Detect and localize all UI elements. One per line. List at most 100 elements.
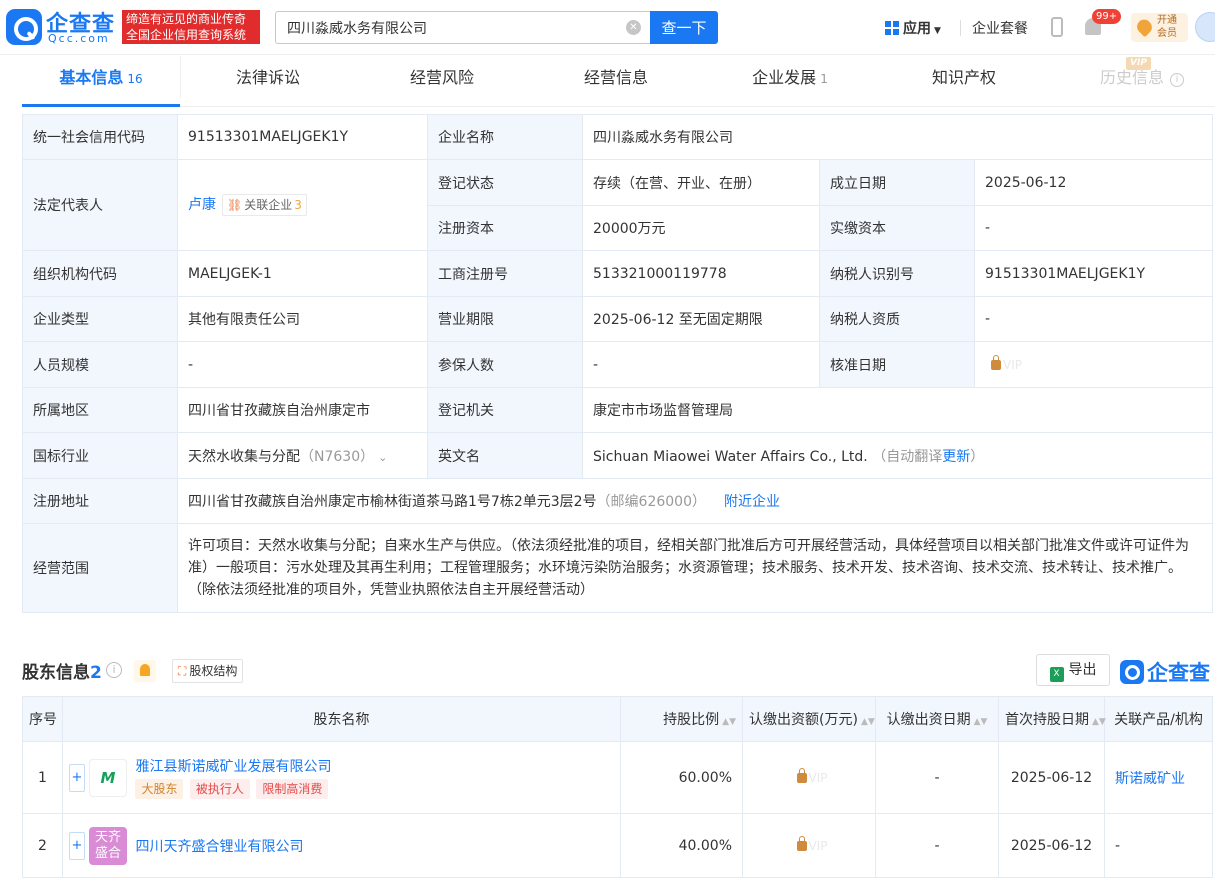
brand-text: 企查查 — [1147, 661, 1210, 685]
tab-bar: 基本信息 16 法律诉讼 经营风险 经营信息 企业发展 1 知识产权 历史信息 i — [22, 56, 1215, 107]
tab-litigation[interactable]: 法律诉讼 — [200, 56, 336, 106]
expand-button[interactable]: + — [69, 763, 85, 792]
credit-code: 91513301MAELJGEK1Y — [177, 114, 428, 160]
lock-icon — [796, 835, 807, 851]
label-credit-code: 统一社会信用代码 — [22, 114, 178, 160]
shareholder-cell: +天齐盛合 四川天齐盛合锂业有限公司 — [62, 813, 621, 878]
col-no: 序号 — [22, 696, 63, 742]
tag-restricted[interactable]: 限制高消费 — [256, 779, 329, 799]
export-button[interactable]: X 导出 — [1036, 654, 1110, 686]
related-count: 3 — [294, 198, 302, 212]
found-date: 2025-06-12 — [973, 159, 1214, 206]
label-reg-status: 登记状态 — [427, 159, 583, 206]
label-region: 所属地区 — [22, 387, 178, 433]
row-no: 2 — [22, 813, 63, 878]
tab-count: 16 — [127, 72, 143, 86]
sort-icon: ▲▼ — [973, 717, 988, 727]
expand-button[interactable]: + — [69, 831, 85, 860]
search-button[interactable]: 查一下 — [650, 11, 718, 44]
avatar[interactable] — [1195, 12, 1215, 42]
apps-menu[interactable]: 应用 ▼ — [885, 18, 941, 38]
legal-rep-link[interactable]: 卢康 — [188, 197, 216, 213]
notification-badge: 99+ — [1092, 9, 1122, 24]
address-cell: 四川省甘孜藏族自治州康定市榆林街道茶马路1号7栋2单元3层2号（邮编626000… — [176, 478, 1214, 524]
update-link[interactable]: 更新 — [942, 449, 970, 465]
sub-date: - — [875, 813, 999, 878]
label-biz-reg-no: 工商注册号 — [427, 250, 583, 297]
export-label: 导出 — [1068, 662, 1097, 678]
col-related: 关联产品/机构 — [1104, 696, 1213, 742]
reg-authority: 康定市市场监督管理局 — [581, 387, 1214, 433]
phone-icon[interactable] — [1051, 17, 1063, 37]
auto-translate-note: （自动翻译 — [872, 448, 943, 465]
lock-icon — [991, 354, 1001, 370]
excel-icon: X — [1049, 667, 1064, 682]
label-industry: 国标行业 — [22, 432, 178, 479]
nearby-companies-link[interactable]: 附近企业 — [724, 494, 780, 510]
tab-operating-risk[interactable]: 经营风险 — [374, 56, 510, 106]
lock-icon — [796, 767, 807, 783]
package-link[interactable]: 企业套餐 — [972, 18, 1028, 38]
sort-icon: ▲▼ — [1092, 717, 1106, 727]
taxpayer-id: 91513301MAELJGEK1Y — [973, 250, 1214, 297]
logo-domain: Qcc.com — [48, 32, 110, 45]
industry: 天然水收集与分配 — [188, 448, 300, 465]
paid-capital: - — [973, 205, 1214, 251]
related-link[interactable]: 斯诺威矿业 — [1104, 741, 1213, 814]
equity-structure-icon: ⛶ — [178, 664, 187, 678]
tab-development[interactable]: 企业发展 1 — [722, 56, 858, 106]
label-reg-capital: 注册资本 — [427, 205, 583, 251]
clear-icon[interactable]: ✕ — [626, 20, 641, 35]
related-label: 关联企业 — [244, 198, 293, 212]
label-legal-rep: 法定代表人 — [22, 159, 178, 251]
related-companies-button[interactable]: ⛓ 关联企业 3 — [222, 194, 307, 216]
shareholders-count: 2 — [90, 663, 102, 683]
shareholder-name-link[interactable]: 四川天齐盛合锂业有限公司 — [135, 839, 303, 855]
magnifier-logo-icon — [6, 9, 42, 45]
label-reg-authority: 登记机关 — [427, 387, 583, 433]
label-taxpayer-qual: 纳税人资质 — [819, 296, 975, 342]
grid-icon — [885, 21, 899, 35]
amount-vip[interactable]: VIP — [742, 813, 876, 878]
equity-structure-button[interactable]: ⛶ 股权结构 — [172, 659, 244, 683]
tab-label: 经营信息 — [583, 68, 648, 87]
shareholders-table: 序号 股东名称 持股比例 ▲▼ 认缴出资额(万元) ▲▼ 认缴出资日期 ▲▼ 首次持股… — [22, 696, 1213, 878]
table-row: 1 + M 雅江县斯诺威矿业发展有限公司 大股东 被执行人 限制高消费 60.00… — [22, 741, 1213, 814]
company-logo: 天齐盛合 — [89, 826, 127, 865]
info-icon[interactable]: i — [106, 662, 122, 678]
monitor-bell-icon[interactable] — [134, 660, 156, 682]
industry-cell[interactable]: 天然水收集与分配（N7630） ⌄ — [177, 432, 428, 479]
company-name: 四川淼威水务有限公司 — [581, 114, 1214, 160]
top-bar: 企查查 Qcc.com 缔造有远见的商业传奇 全国企业信用查询系统 ✕ 查一下 … — [0, 0, 1215, 55]
company-type: 其他有限责任公司 — [177, 296, 428, 342]
slogan-banner: 缔造有远见的商业传奇 全国企业信用查询系统 — [122, 10, 260, 44]
sub-date: - — [875, 741, 999, 814]
org-code: MAELJGEK-1 — [177, 250, 428, 297]
vip-label-line2: 会员 — [1157, 28, 1177, 39]
label-org-code: 组织机构代码 — [22, 250, 178, 297]
approve-date-vip[interactable]: VIP — [973, 341, 1214, 388]
biz-reg-no: 513321000119778 — [582, 250, 820, 297]
open-vip-button[interactable]: 开通 会员 — [1131, 13, 1188, 42]
shareholder-name-link[interactable]: 雅江县斯诺威矿业发展有限公司 — [135, 756, 331, 776]
qcc-logo[interactable]: 企查查 Qcc.com — [6, 8, 118, 46]
english-name-cell: Sichuan Miaowei Water Affairs Co., Ltd. … — [581, 432, 1214, 479]
tag-major: 大股东 — [135, 779, 184, 799]
col-first-date[interactable]: 首次持股日期 ▲▼ — [998, 696, 1106, 742]
tab-ip[interactable]: 知识产权 — [896, 56, 1032, 106]
amount-vip[interactable]: VIP — [742, 741, 876, 814]
company-logo: M — [89, 758, 127, 797]
search-input[interactable] — [276, 12, 616, 43]
info-icon: i — [1170, 73, 1184, 87]
col-amount[interactable]: 认缴出资额(万元) ▲▼ — [742, 696, 876, 742]
insured: - — [582, 341, 820, 388]
tab-operating-info[interactable]: 经营信息 — [548, 56, 684, 106]
tab-basic-info[interactable]: 基本信息 16 — [22, 56, 180, 107]
col-sub-date[interactable]: 认缴出资日期 ▲▼ — [875, 696, 999, 742]
postcode: （邮编626000） — [596, 494, 706, 510]
slogan-line2: 全国企业信用查询系统 — [126, 28, 247, 42]
col-ratio[interactable]: 持股比例 ▲▼ — [620, 696, 743, 742]
tag-executed[interactable]: 被执行人 — [189, 779, 250, 799]
tab-label: 经营风险 — [409, 68, 474, 87]
link-icon: ⛓ — [227, 198, 243, 212]
